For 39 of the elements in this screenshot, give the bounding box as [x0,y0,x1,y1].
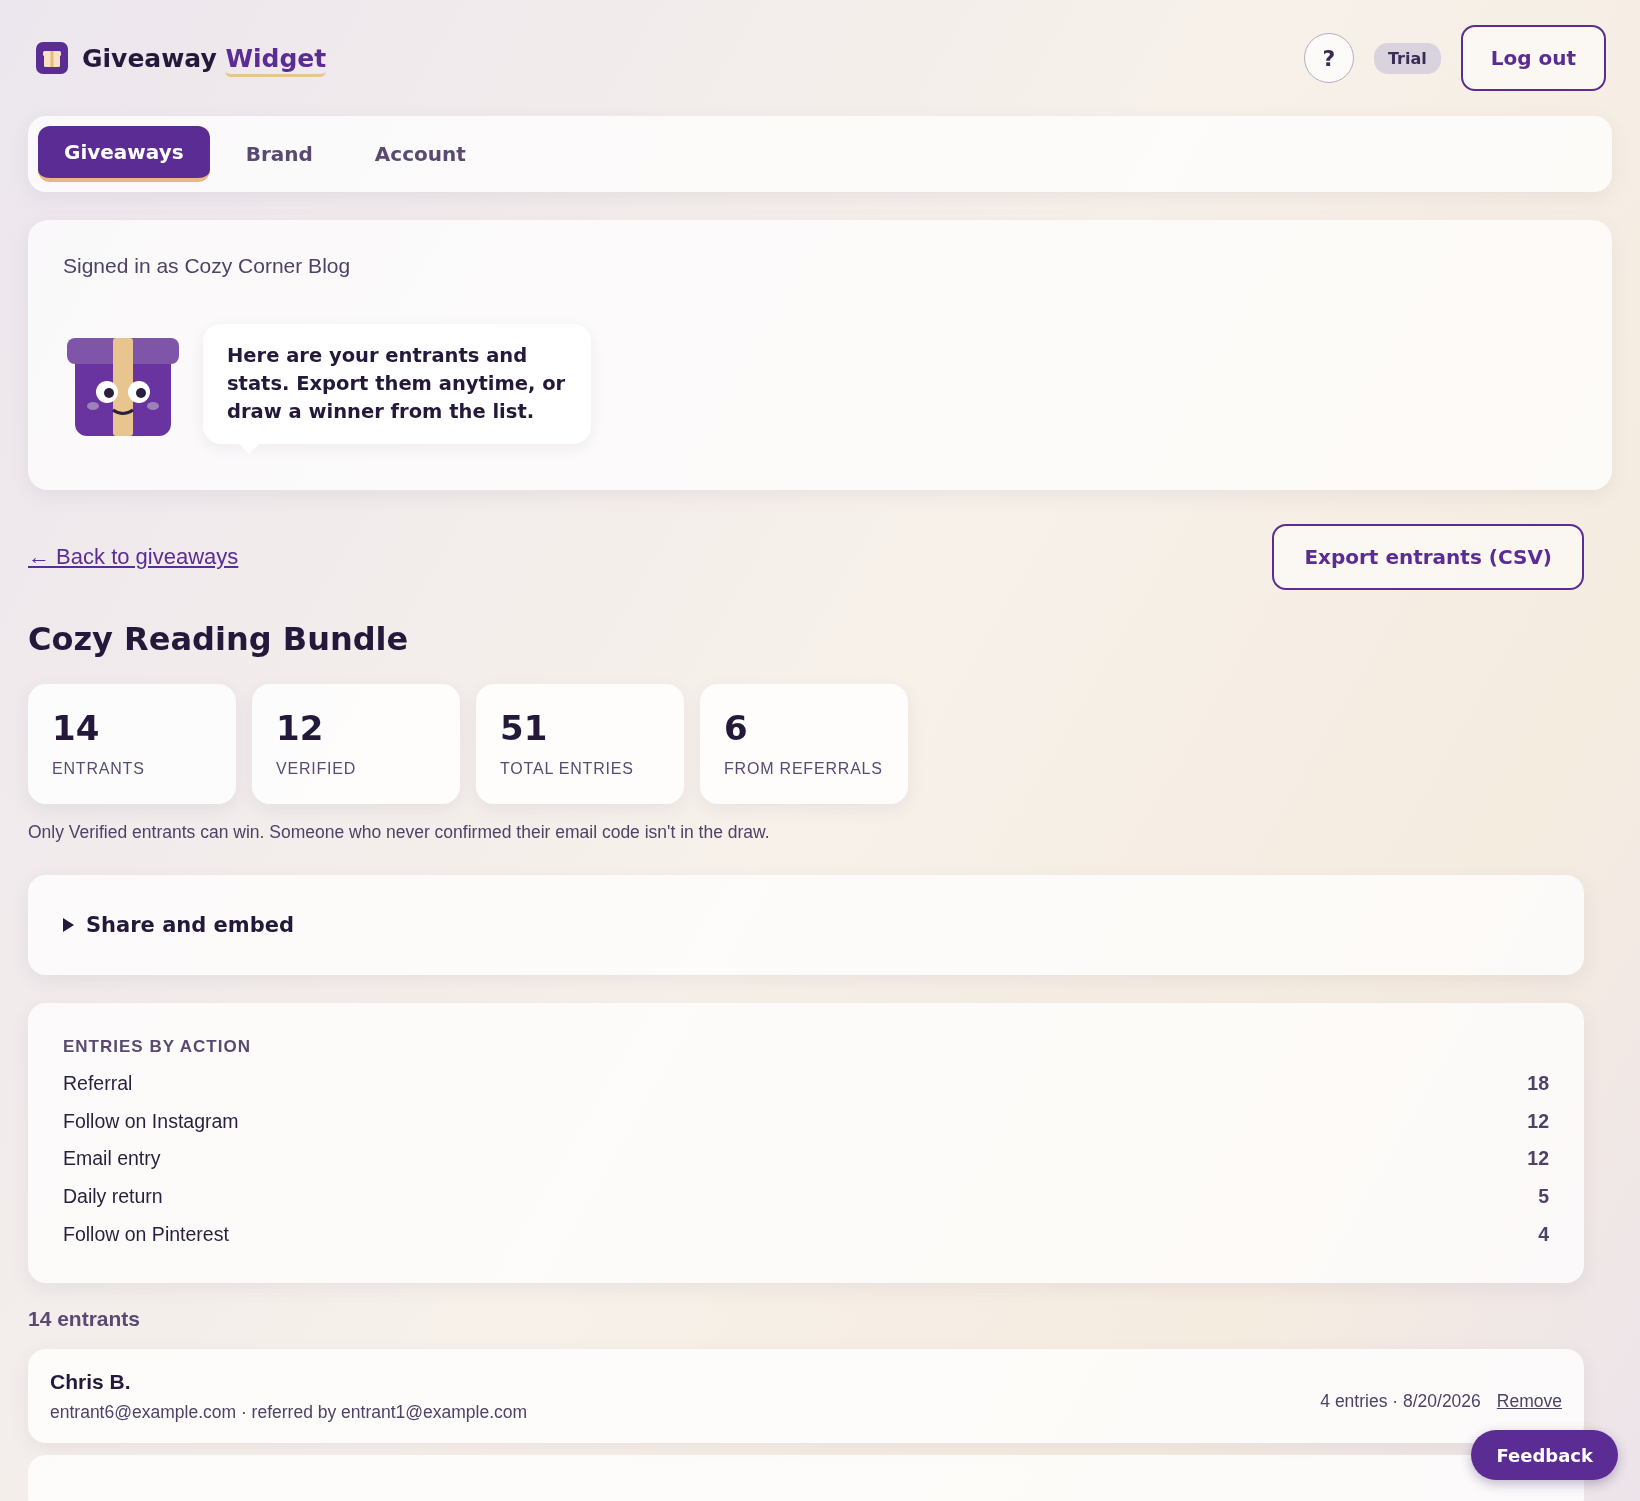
export-button[interactable]: Export entrants (CSV) [1272,524,1584,590]
action-name: Follow on Pinterest [63,1222,229,1246]
entrant-name: Chris B. [50,1369,132,1394]
help-button[interactable]: ? [1303,33,1354,83]
stat-label: ENTRANTS [52,760,145,778]
stat-value: 6 [724,708,748,748]
logout-button[interactable]: Log out [1460,25,1606,91]
stat-value: 51 [500,708,548,748]
remove-link[interactable]: Remove [1496,1390,1562,1412]
action-name: Email entry [63,1147,161,1171]
stat-value: 14 [52,708,100,748]
stat-label: TOTAL ENTRIES [500,760,634,778]
stat-value: 12 [276,708,324,748]
verification-note: Only Verified entrants can win. Someone who never confirmed their email code isn't in the draw. [28,822,771,843]
share-embed-toggle[interactable]: Share and embed [28,875,1584,975]
gift-icon [36,42,68,74]
action-name: Follow on Instagram [63,1109,239,1133]
action-name: Daily return [63,1185,163,1209]
stat-label: FROM REFERRALS [724,760,883,778]
nav-tab[interactable]: Giveaways [38,126,210,182]
nav-tab[interactable]: Brand [219,126,339,182]
feedback-button[interactable]: Feedback [1471,1430,1618,1480]
entrant-meta: 4 entries · 8/20/2026 [1320,1390,1481,1412]
action-name: Referral [63,1072,133,1096]
giveaway-title: Cozy Reading Bundle [28,620,410,658]
entrant-detail: entrant6@example.com · referred by entrant1@example.com [50,1401,528,1423]
plan-badge: Trial [1373,42,1441,74]
section-heading: ENTRIES BY ACTION [63,1037,251,1057]
action-count: 12 [1527,1147,1549,1171]
action-count: 18 [1527,1072,1549,1096]
nav-tab[interactable]: Account [348,126,492,182]
action-count: 4 [1538,1222,1549,1246]
signed-in-text: Signed in as Cozy Corner Blog [63,254,351,277]
entrants-heading: 14 entrants [28,1307,141,1331]
action-count: 12 [1527,1109,1549,1133]
stat-label: VERIFIED [276,760,357,778]
back-link[interactable]: ← Back to giveaways [28,544,239,570]
action-count: 5 [1538,1185,1549,1209]
share-embed-label: Share and embed [86,913,295,937]
